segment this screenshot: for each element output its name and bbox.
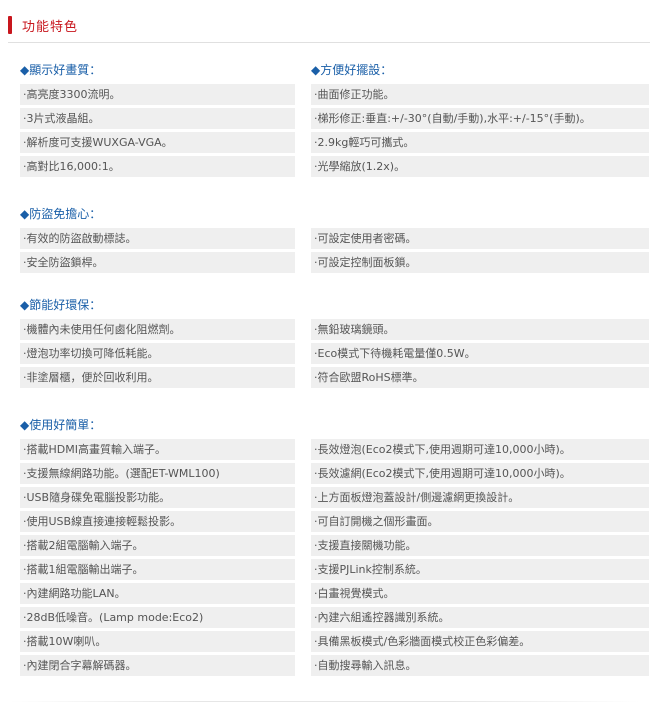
section-title-display: ◆顯示好畫質： [20, 63, 102, 77]
section-title-eco: ◆節能好環保： [20, 298, 102, 312]
page-title: 功能特色 [22, 19, 79, 35]
list-item: ·搭載10W喇叭。 [20, 631, 295, 652]
section-title-antitheft: ◆防盜免擔心： [20, 207, 102, 221]
list-item: ·非塗層櫃，便於回收利用。 [20, 367, 295, 388]
list-item: ·內建網路功能LAN。 [20, 583, 295, 604]
list-item: ·高對比16,000:1。 [20, 156, 295, 177]
header-divider [8, 42, 650, 43]
list-item: ·使用USB線直接連接輕鬆投影。 [20, 511, 295, 532]
list-item: ·2.9kg輕巧可攜式。 [311, 132, 649, 153]
list-item: ·內建閉合字幕解碼器。 [20, 655, 295, 676]
list-item: ·可設定控制面板鎖。 [311, 252, 649, 273]
list-item: ·長效濾網(Eco2模式下,使用週期可達10,000小時)。 [311, 463, 649, 484]
list-item: ·解析度可支援WUXGA-VGA。 [20, 132, 295, 153]
section-easy: ◆使用好簡單： ·搭載HDMI高畫質輸入端子。 ·長效燈泡(Eco2模式下,使用… [20, 416, 649, 679]
header-accent-bar [8, 16, 12, 34]
list-item: ·白畫視覺模式。 [311, 583, 649, 604]
list-item: ·曲面修正功能。 [311, 84, 649, 105]
list-item: ·有效的防盜啟動標誌。 [20, 228, 295, 249]
list-item: ·自動搜尋輸入訊息。 [311, 655, 649, 676]
list-item: ·梯形修正:垂直:+/-30°(自動/手動),水平:+/-15°(手動)。 [311, 108, 649, 129]
footer-divider [10, 701, 640, 702]
section-convenient: ◆方便好擺設： ·曲面修正功能。 ·梯形修正:垂直:+/-30°(自動/手動),… [311, 61, 649, 180]
list-item: ·符合歐盟RoHS標準。 [311, 367, 649, 388]
list-item: ·內建六組遙控器識別系統。 [311, 607, 649, 628]
section-antitheft: ◆防盜免擔心： ·有效的防盜啟動標誌。 ·可設定使用者密碼。 ·安全防盜鎖桿。 … [20, 205, 649, 276]
list-item: ·長效燈泡(Eco2模式下,使用週期可達10,000小時)。 [311, 439, 649, 460]
list-item: ·支援無線網路功能。(選配ET-WML100) [20, 463, 295, 484]
list-item: ·上方面板燈泡蓋設計/側邊濾網更換設計。 [311, 487, 649, 508]
list-item: ·可設定使用者密碼。 [311, 228, 649, 249]
list-item: ·Eco模式下待機耗電量僅0.5W。 [311, 343, 649, 364]
page-header: 功能特色 [8, 14, 78, 36]
list-item: ·安全防盜鎖桿。 [20, 252, 295, 273]
list-item: ·具備黑板模式/色彩牆面模式校正色彩偏差。 [311, 631, 649, 652]
list-item: ·搭載1組電腦輸出端子。 [20, 559, 295, 580]
section-display: ◆顯示好畫質： ·高亮度3300流明。 ·3片式液晶組。 ·解析度可支援WUXG… [20, 61, 295, 180]
list-item: ·28dB低噪音。(Lamp mode:Eco2) [20, 607, 295, 628]
section-eco: ◆節能好環保： ·機體內未使用任何鹵化阻燃劑。 ·無鉛玻璃鏡頭。 ·燈泡功率切換… [20, 296, 649, 391]
list-item: ·搭載2組電腦輸入端子。 [20, 535, 295, 556]
list-item: ·機體內未使用任何鹵化阻燃劑。 [20, 319, 295, 340]
section-title-easy: ◆使用好簡單： [20, 418, 102, 432]
list-item: ·3片式液晶組。 [20, 108, 295, 129]
list-item: ·搭載HDMI高畫質輸入端子。 [20, 439, 295, 460]
list-item: ·高亮度3300流明。 [20, 84, 295, 105]
list-item: ·光學縮放(1.2x)。 [311, 156, 649, 177]
section-title-convenient: ◆方便好擺設： [311, 63, 393, 77]
list-item: ·支援直接關機功能。 [311, 535, 649, 556]
list-item: ·無鉛玻璃鏡頭。 [311, 319, 649, 340]
list-item: ·燈泡功率切換可降低耗能。 [20, 343, 295, 364]
list-item: ·可自訂開機之個形畫面。 [311, 511, 649, 532]
list-item: ·支援PJLink控制系統。 [311, 559, 649, 580]
list-item: ·USB隨身碟免電腦投影功能。 [20, 487, 295, 508]
